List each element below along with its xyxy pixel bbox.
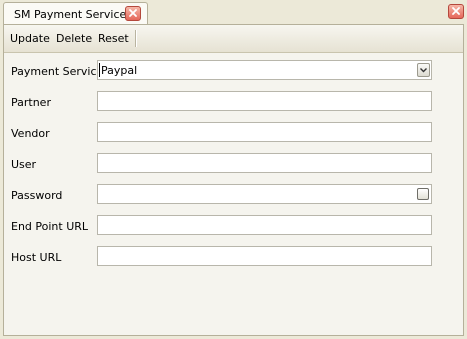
payment-service-select[interactable]: Paypal [97, 60, 432, 80]
partner-field[interactable] [97, 91, 432, 111]
password-field[interactable] [97, 184, 432, 204]
host-url-field[interactable] [97, 246, 432, 266]
tab-close-icon[interactable] [125, 6, 141, 21]
vendor-label: Vendor [11, 127, 50, 140]
toolbar-separator [135, 30, 137, 47]
window-close-icon[interactable] [448, 4, 464, 19]
tab-bar: SM Payment Services [0, 0, 467, 25]
update-button[interactable]: Update [10, 32, 50, 45]
vendor-field[interactable] [97, 122, 432, 142]
show-password-checkbox[interactable] [417, 188, 429, 200]
tab-sm-payment-services[interactable]: SM Payment Services [3, 2, 148, 25]
payment-services-panel: Update Delete Reset Payment Service Payp… [3, 24, 464, 336]
end-point-url-field[interactable] [97, 215, 432, 235]
text-caret [99, 63, 100, 77]
chevron-down-icon[interactable] [417, 63, 430, 77]
host-url-label: Host URL [11, 251, 62, 264]
toolbar: Update Delete Reset [4, 25, 463, 53]
end-point-url-label: End Point URL [11, 220, 89, 233]
reset-button[interactable]: Reset [98, 32, 129, 45]
delete-button[interactable]: Delete [56, 32, 92, 45]
user-label: User [11, 158, 37, 171]
payment-service-value: Paypal [101, 64, 138, 77]
partner-label: Partner [11, 96, 51, 109]
user-field[interactable] [97, 153, 432, 173]
tab-title: SM Payment Services [14, 8, 133, 21]
payment-service-label: Payment Service [11, 65, 104, 78]
password-label: Password [11, 189, 63, 202]
